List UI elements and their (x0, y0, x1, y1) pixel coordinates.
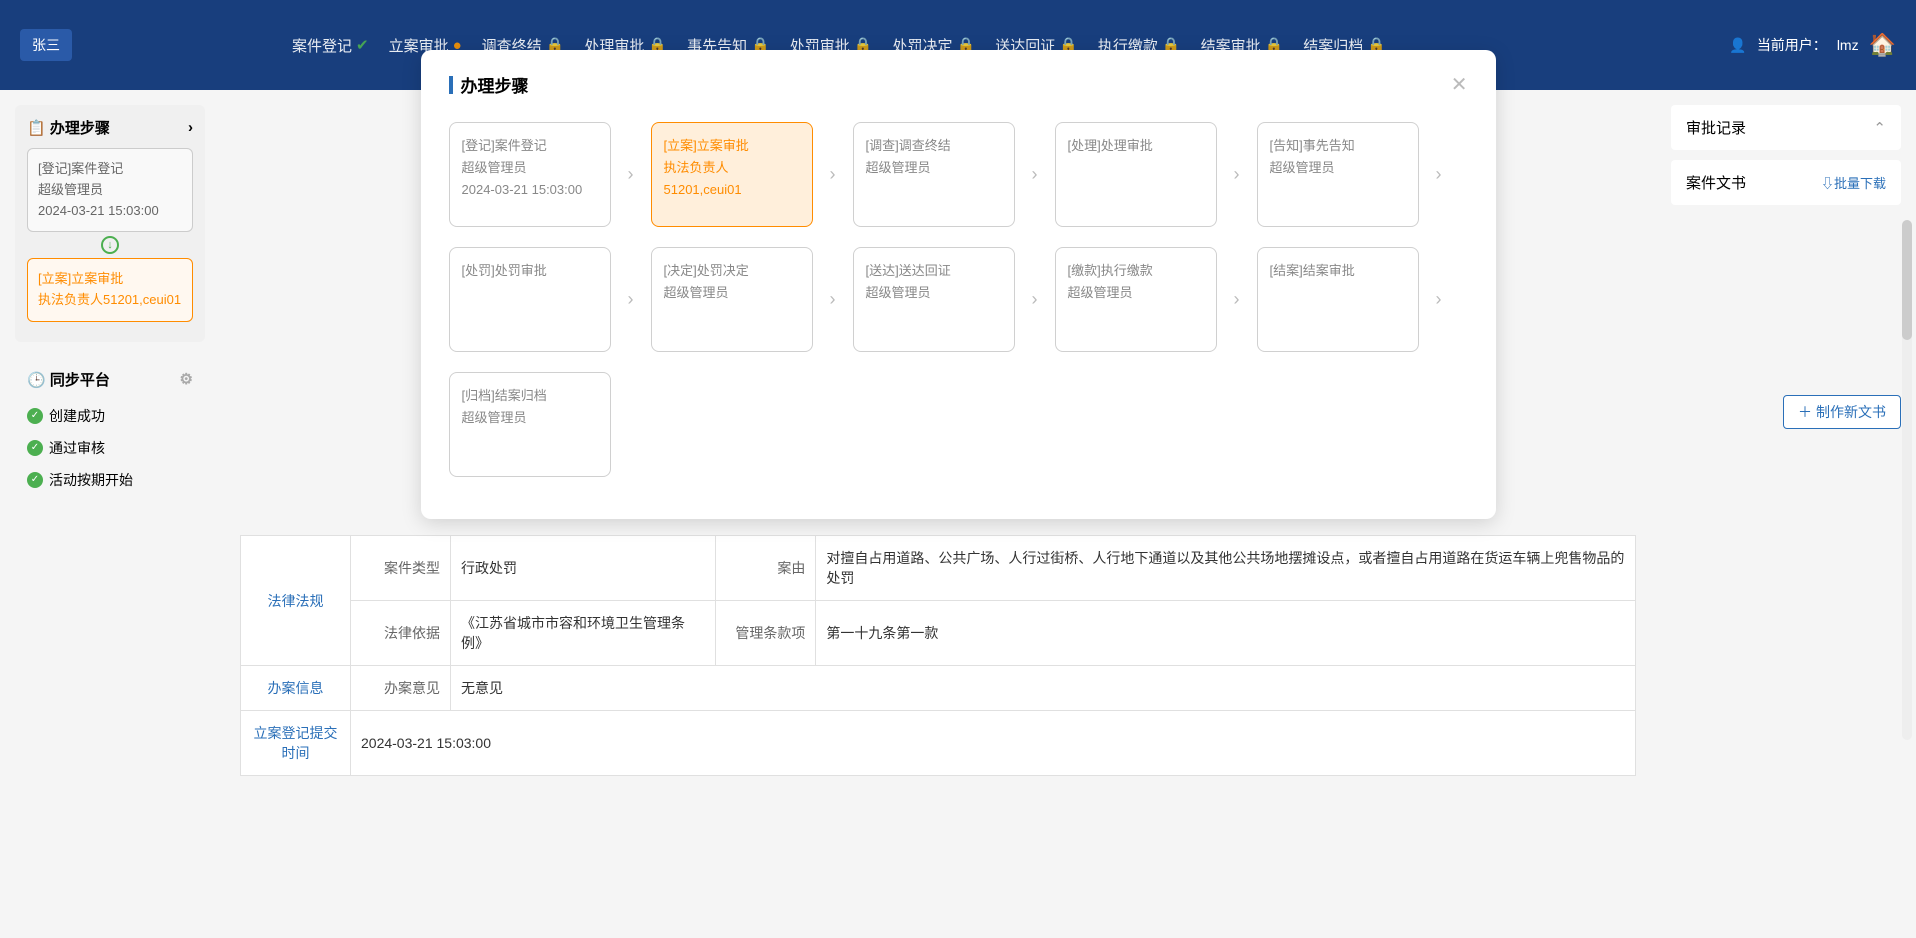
step-cell: [归档]结案归档超级管理员 (449, 372, 651, 477)
step-cell: [处罚]处罚审批 › (449, 247, 651, 352)
step-time: 2024-03-21 15:03:00 (462, 182, 583, 197)
step-box[interactable]: [缴款]执行缴款超级管理员 (1055, 247, 1217, 352)
step-title: [登记]案件登记 (462, 135, 598, 157)
step-cell: [调查]调查终结超级管理员› (853, 122, 1055, 227)
step-title: [处理]处理审批 (1068, 135, 1204, 157)
step-title: [调查]调查终结 (866, 135, 1002, 157)
step-title: [结案]结案审批 (1270, 260, 1406, 282)
step-title: [送达]送达回证 (866, 260, 1002, 282)
steps-modal: 办理步骤 ✕ [登记]案件登记超级管理员 2024-03-21 15:03:00 ›… (421, 50, 1496, 519)
step-assignee: 超级管理员 (1270, 160, 1335, 175)
chevron-right-icon: › (1419, 289, 1459, 310)
step-assignee: 执法负责人51201,ceui01 (664, 160, 742, 197)
step-cell: [缴款]执行缴款超级管理员› (1055, 247, 1257, 352)
step-box[interactable]: [告知]事先告知超级管理员 (1257, 122, 1419, 227)
step-title: [决定]处罚决定 (664, 260, 800, 282)
modal-overlay: 办理步骤 ✕ [登记]案件登记超级管理员 2024-03-21 15:03:00 ›… (0, 0, 1916, 938)
chevron-right-icon: › (1217, 289, 1257, 310)
step-cell: [结案]结案审批 › (1257, 247, 1459, 352)
chevron-right-icon: › (1015, 289, 1055, 310)
modal-header: 办理步骤 ✕ (449, 72, 1468, 97)
step-box[interactable]: [处罚]处罚审批 (449, 247, 611, 352)
step-box[interactable]: [登记]案件登记超级管理员 2024-03-21 15:03:00 (449, 122, 611, 227)
step-grid: [登记]案件登记超级管理员2024-03-21 15:03:00›[立案]立案审… (449, 122, 1468, 497)
step-assignee: 超级管理员 (1068, 285, 1133, 300)
step-box[interactable]: [调查]调查终结超级管理员 (853, 122, 1015, 227)
step-assignee: 超级管理员 (462, 410, 527, 425)
step-assignee: 超级管理员 (866, 285, 931, 300)
step-cell: [登记]案件登记超级管理员 2024-03-21 15:03:00 › (449, 122, 651, 227)
step-title: [告知]事先告知 (1270, 135, 1406, 157)
step-cell: [送达]送达回证超级管理员› (853, 247, 1055, 352)
step-title: [缴款]执行缴款 (1068, 260, 1204, 282)
title-accent-bar (449, 76, 453, 94)
chevron-right-icon: › (611, 164, 651, 185)
step-title: [归档]结案归档 (462, 385, 598, 407)
step-box[interactable]: [送达]送达回证超级管理员 (853, 247, 1015, 352)
chevron-right-icon: › (1419, 164, 1459, 185)
chevron-right-icon: › (1217, 164, 1257, 185)
step-box[interactable]: [结案]结案审批 (1257, 247, 1419, 352)
step-title: [处罚]处罚审批 (462, 260, 598, 282)
step-box[interactable]: [决定]处罚决定超级管理员 (651, 247, 813, 352)
step-title: [立案]立案审批 (664, 135, 800, 157)
chevron-right-icon: › (611, 289, 651, 310)
step-box[interactable]: [归档]结案归档超级管理员 (449, 372, 611, 477)
step-cell: [处理]处理审批 › (1055, 122, 1257, 227)
chevron-right-icon: › (813, 289, 853, 310)
chevron-right-icon: › (1015, 164, 1055, 185)
step-assignee: 超级管理员 (866, 160, 931, 175)
modal-title: 办理步骤 (461, 72, 529, 97)
chevron-right-icon: › (813, 164, 853, 185)
step-box[interactable]: [处理]处理审批 (1055, 122, 1217, 227)
step-cell: [立案]立案审批执法负责人51201,ceui01› (651, 122, 853, 227)
step-cell: [决定]处罚决定超级管理员› (651, 247, 853, 352)
step-assignee: 超级管理员 (462, 160, 527, 175)
close-icon[interactable]: ✕ (1451, 72, 1468, 97)
step-cell: [告知]事先告知超级管理员› (1257, 122, 1459, 227)
step-box[interactable]: [立案]立案审批执法负责人51201,ceui01 (651, 122, 813, 227)
step-assignee: 超级管理员 (664, 285, 729, 300)
